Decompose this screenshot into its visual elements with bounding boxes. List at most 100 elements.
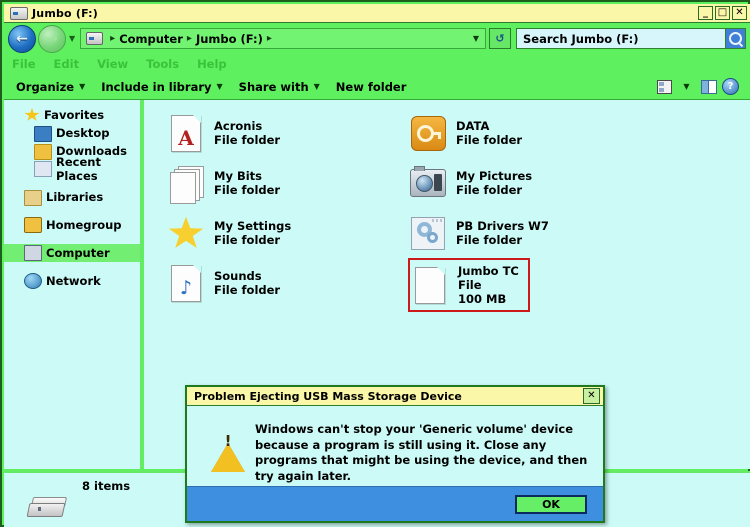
- star-icon: [24, 108, 40, 121]
- file-name: My Settings: [214, 219, 292, 233]
- file-size: 100 MB: [458, 292, 507, 306]
- file-name: My Pictures: [456, 169, 533, 183]
- computer-icon: [24, 245, 42, 261]
- window-controls: _ □ ✕: [698, 6, 747, 20]
- forward-arrow-icon[interactable]: →: [38, 24, 66, 53]
- file-type: File folder: [214, 283, 281, 297]
- new-folder-label: New folder: [335, 79, 407, 94]
- breadcrumb-separator: ▸: [110, 33, 116, 44]
- network-icon: [24, 273, 42, 289]
- desktop-icon: [34, 126, 52, 142]
- preview-pane-icon[interactable]: [699, 78, 718, 95]
- sidebar-item-recent-places[interactable]: Recent Places: [4, 155, 140, 183]
- refresh-icon[interactable]: ↺: [489, 28, 511, 49]
- file-name: PB Drivers W7: [456, 219, 549, 233]
- file-type: File: [458, 278, 482, 292]
- list-item[interactable]: A Acronis File folder: [166, 108, 386, 158]
- share-with-button[interactable]: Share with ▼: [231, 80, 328, 94]
- sidebar-item-desktop[interactable]: Desktop: [4, 124, 140, 142]
- search-input[interactable]: Search Jumbo (F:): [516, 28, 746, 49]
- search-icon[interactable]: [725, 29, 745, 48]
- file-name: Jumbo TC: [458, 264, 519, 278]
- new-folder-button[interactable]: New folder: [328, 80, 415, 94]
- ok-button[interactable]: OK: [515, 494, 587, 514]
- share-with-label: Share with: [238, 79, 309, 94]
- chevron-down-icon[interactable]: ▼: [69, 34, 75, 43]
- camera-icon: [408, 162, 448, 204]
- dialog-footer: OK: [187, 486, 603, 521]
- acronis-document-icon: A: [166, 112, 206, 154]
- sidebar-item-computer[interactable]: Computer: [4, 244, 140, 262]
- menu-bar: File Edit View Tools Help: [4, 54, 750, 74]
- file-type: File folder: [214, 233, 281, 247]
- status-item-count: 8 items: [82, 479, 131, 493]
- file-type: File folder: [456, 133, 523, 147]
- file-type: File folder: [214, 183, 281, 197]
- dialog-body: ! Windows can't stop your 'Generic volum…: [187, 406, 603, 488]
- minimize-button[interactable]: _: [698, 6, 713, 20]
- search-input-text[interactable]: Search Jumbo (F:): [517, 32, 725, 46]
- chevron-down-icon[interactable]: ▼: [677, 78, 696, 95]
- homegroup-icon: [24, 217, 42, 233]
- music-note-icon: ♪: [166, 262, 206, 304]
- menu-item-view[interactable]: View: [88, 57, 137, 71]
- list-item[interactable]: My Pictures File folder: [408, 158, 628, 208]
- menu-item-tools[interactable]: Tools: [137, 57, 188, 71]
- star-folder-icon: [166, 212, 206, 254]
- list-item-selected[interactable]: Jumbo TC File 100 MB: [408, 258, 530, 312]
- close-button[interactable]: ✕: [732, 6, 747, 20]
- include-in-library-label: Include in library: [101, 79, 212, 94]
- hard-drive-icon: [26, 495, 68, 519]
- sidebar-item-label: Recent Places: [56, 155, 101, 183]
- file-type: File folder: [456, 233, 523, 247]
- breadcrumb-item-jumbo[interactable]: Jumbo (F:): [196, 32, 263, 46]
- list-item[interactable]: ♪ Sounds File folder: [166, 258, 386, 308]
- dialog-close-button[interactable]: ✕: [583, 388, 600, 404]
- menu-item-file[interactable]: File: [4, 57, 45, 71]
- recent-places-icon: [34, 161, 52, 177]
- sidebar-item-label: Favorites: [44, 108, 105, 122]
- file-type: File folder: [456, 183, 523, 197]
- file-type: File folder: [214, 133, 281, 147]
- help-icon[interactable]: ?: [721, 78, 740, 95]
- documents-stack-icon: [166, 162, 206, 204]
- sidebar-item-label: Network: [46, 274, 101, 288]
- organize-button[interactable]: Organize ▼: [4, 80, 93, 94]
- chevron-down-icon: ▼: [313, 82, 320, 91]
- menu-item-edit[interactable]: Edit: [45, 57, 89, 71]
- sidebar-item-label: Desktop: [56, 126, 110, 140]
- sidebar-item-homegroup[interactable]: Homegroup: [4, 216, 140, 234]
- list-item[interactable]: DATA File folder: [408, 108, 628, 158]
- sidebar-item-label: Libraries: [46, 190, 104, 204]
- address-bar: ← → ▼ ▸ Computer ▸ Jumbo (F:) ▸ ▼ ↺ Sear…: [4, 23, 750, 54]
- drive-icon: [10, 6, 28, 20]
- file-name: My Bits: [214, 169, 262, 183]
- include-in-library-button[interactable]: Include in library ▼: [93, 80, 230, 94]
- explorer-window: Jumbo (F:) _ □ ✕ ← → ▼ ▸ Computer ▸ Jumb…: [0, 0, 750, 527]
- dialog-message: Windows can't stop your 'Generic volume'…: [255, 422, 588, 483]
- blank-document-icon: [410, 264, 450, 306]
- drive-icon: [86, 32, 104, 45]
- downloads-folder-icon: [34, 144, 52, 160]
- list-item[interactable]: My Bits File folder: [166, 158, 386, 208]
- sidebar-item-libraries[interactable]: Libraries: [4, 188, 140, 206]
- sidebar-item-label: Homegroup: [46, 218, 122, 232]
- chevron-down-icon: ▼: [79, 82, 86, 91]
- list-item[interactable]: My Settings File folder: [166, 208, 386, 258]
- list-item[interactable]: PB Drivers W7 File folder: [408, 208, 628, 258]
- breadcrumb-separator: ▸: [186, 33, 192, 44]
- sidebar-item-network[interactable]: Network: [4, 272, 140, 290]
- breadcrumb[interactable]: ▸ Computer ▸ Jumbo (F:) ▸ ▼: [80, 28, 486, 49]
- dialog-title: Problem Ejecting USB Mass Storage Device: [194, 389, 462, 403]
- breadcrumb-item-computer[interactable]: Computer: [119, 32, 183, 46]
- title-bar: Jumbo (F:) _ □ ✕: [4, 4, 750, 23]
- menu-item-help[interactable]: Help: [188, 57, 236, 71]
- breadcrumb-separator: ▸: [266, 33, 272, 44]
- maximize-button[interactable]: □: [715, 6, 730, 20]
- change-view-icon[interactable]: [655, 78, 674, 95]
- back-arrow-icon[interactable]: ←: [8, 24, 36, 53]
- sidebar-item-favorites[interactable]: Favorites: [4, 106, 140, 124]
- chevron-down-icon[interactable]: ▼: [473, 34, 479, 43]
